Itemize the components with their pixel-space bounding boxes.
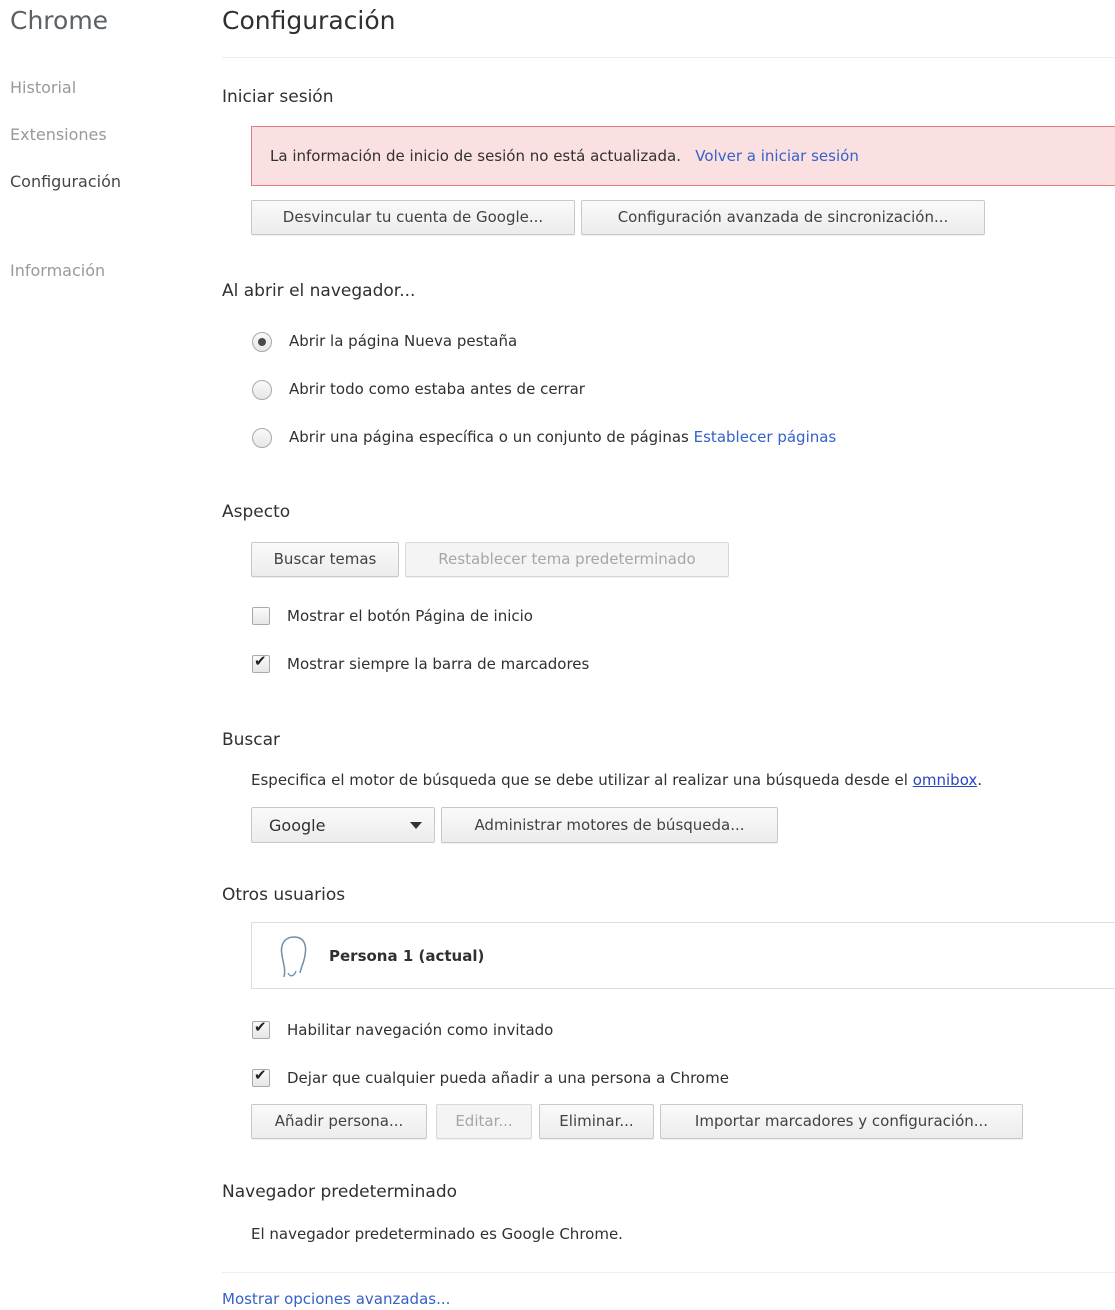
- startup-radio-specific-pages[interactable]: [252, 428, 272, 448]
- section-title-default-browser: Navegador predeterminado: [222, 1182, 458, 1202]
- disconnect-account-button[interactable]: Desvincular tu cuenta de Google...: [251, 200, 575, 235]
- omnibox-link[interactable]: omnibox: [913, 771, 978, 789]
- advanced-sync-button[interactable]: Configuración avanzada de sincronización…: [581, 200, 985, 235]
- page-title: Configuración: [222, 6, 396, 35]
- bottom-divider: [222, 1272, 1115, 1273]
- bookmarks-bar-label: Mostrar siempre la barra de marcadores: [287, 655, 590, 673]
- startup-radio-new-tab[interactable]: [252, 332, 272, 352]
- sidebar-item-historial[interactable]: Historial: [10, 78, 76, 97]
- default-browser-status: El navegador predeterminado es Google Ch…: [251, 1225, 623, 1243]
- startup-option-label: Abrir la página Nueva pestaña: [289, 332, 518, 350]
- search-description-text: Especifica el motor de búsqueda que se d…: [251, 771, 908, 789]
- guest-browsing-label: Habilitar navegación como invitado: [287, 1021, 554, 1039]
- profile-list: Persona 1 (actual): [251, 922, 1115, 989]
- checkmark-icon: ✔: [254, 1066, 267, 1084]
- signin-again-link[interactable]: Volver a iniciar sesión: [695, 147, 859, 165]
- guest-browsing-checkbox[interactable]: ✔: [252, 1018, 270, 1039]
- get-themes-button[interactable]: Buscar temas: [251, 542, 399, 577]
- profile-name: Persona 1 (actual): [329, 947, 485, 965]
- checkmark-icon: ✔: [254, 1018, 267, 1036]
- show-advanced-link[interactable]: Mostrar opciones avanzadas...: [222, 1290, 450, 1308]
- checkmark-icon: ✔: [254, 652, 267, 670]
- search-description-end: .: [977, 771, 983, 789]
- search-engine-value: Google: [269, 816, 326, 835]
- search-engine-select[interactable]: Google: [251, 807, 435, 843]
- home-button-checkbox[interactable]: [252, 607, 270, 625]
- signin-error-message: La información de inicio de sesión no es…: [270, 147, 859, 165]
- section-title-startup: Al abrir el navegador...: [222, 281, 416, 301]
- manage-search-engines-button[interactable]: Administrar motores de búsqueda...: [441, 807, 778, 843]
- sidebar-item-extensiones[interactable]: Extensiones: [10, 125, 107, 144]
- bookmarks-bar-checkbox[interactable]: ✔: [252, 652, 270, 673]
- section-title-users: Otros usuarios: [222, 885, 346, 905]
- signin-error-text: La información de inicio de sesión no es…: [270, 147, 681, 165]
- radio-selected-dot: [258, 338, 266, 346]
- sidebar-item-informacion[interactable]: Información: [10, 261, 105, 280]
- add-anyone-label: Dejar que cualquier pueda añadir a una p…: [287, 1069, 729, 1087]
- import-bookmarks-button[interactable]: Importar marcadores y configuración...: [660, 1104, 1023, 1139]
- signin-error-box: La información de inicio de sesión no es…: [251, 126, 1115, 186]
- home-button-label: Mostrar el botón Página de inicio: [287, 607, 533, 625]
- dropdown-arrow-icon: [410, 822, 422, 829]
- title-divider: [222, 57, 1115, 58]
- search-description: Especifica el motor de búsqueda que se d…: [251, 771, 982, 789]
- section-title-appearance: Aspecto: [222, 502, 291, 522]
- reset-theme-button[interactable]: Restablecer tema predeterminado: [405, 542, 729, 577]
- sidebar-item-configuracion[interactable]: Configuración: [10, 172, 121, 191]
- section-title-signin: Iniciar sesión: [222, 87, 334, 107]
- profile-avatar-icon: [274, 933, 314, 981]
- startup-option-specific: Abrir una página específica o un conjunt…: [289, 428, 836, 446]
- set-pages-link[interactable]: Establecer páginas: [694, 428, 837, 446]
- section-title-search: Buscar: [222, 730, 281, 750]
- edit-person-button[interactable]: Editar...: [436, 1104, 532, 1139]
- startup-option-label: Abrir todo como estaba antes de cerrar: [289, 380, 585, 398]
- startup-radio-continue[interactable]: [252, 380, 272, 400]
- sidebar-title: Chrome: [10, 6, 109, 35]
- startup-option-label: Abrir una página específica o un conjunt…: [289, 428, 689, 446]
- add-person-button[interactable]: Añadir persona...: [251, 1104, 427, 1139]
- delete-person-button[interactable]: Eliminar...: [539, 1104, 654, 1139]
- add-anyone-checkbox[interactable]: ✔: [252, 1066, 270, 1087]
